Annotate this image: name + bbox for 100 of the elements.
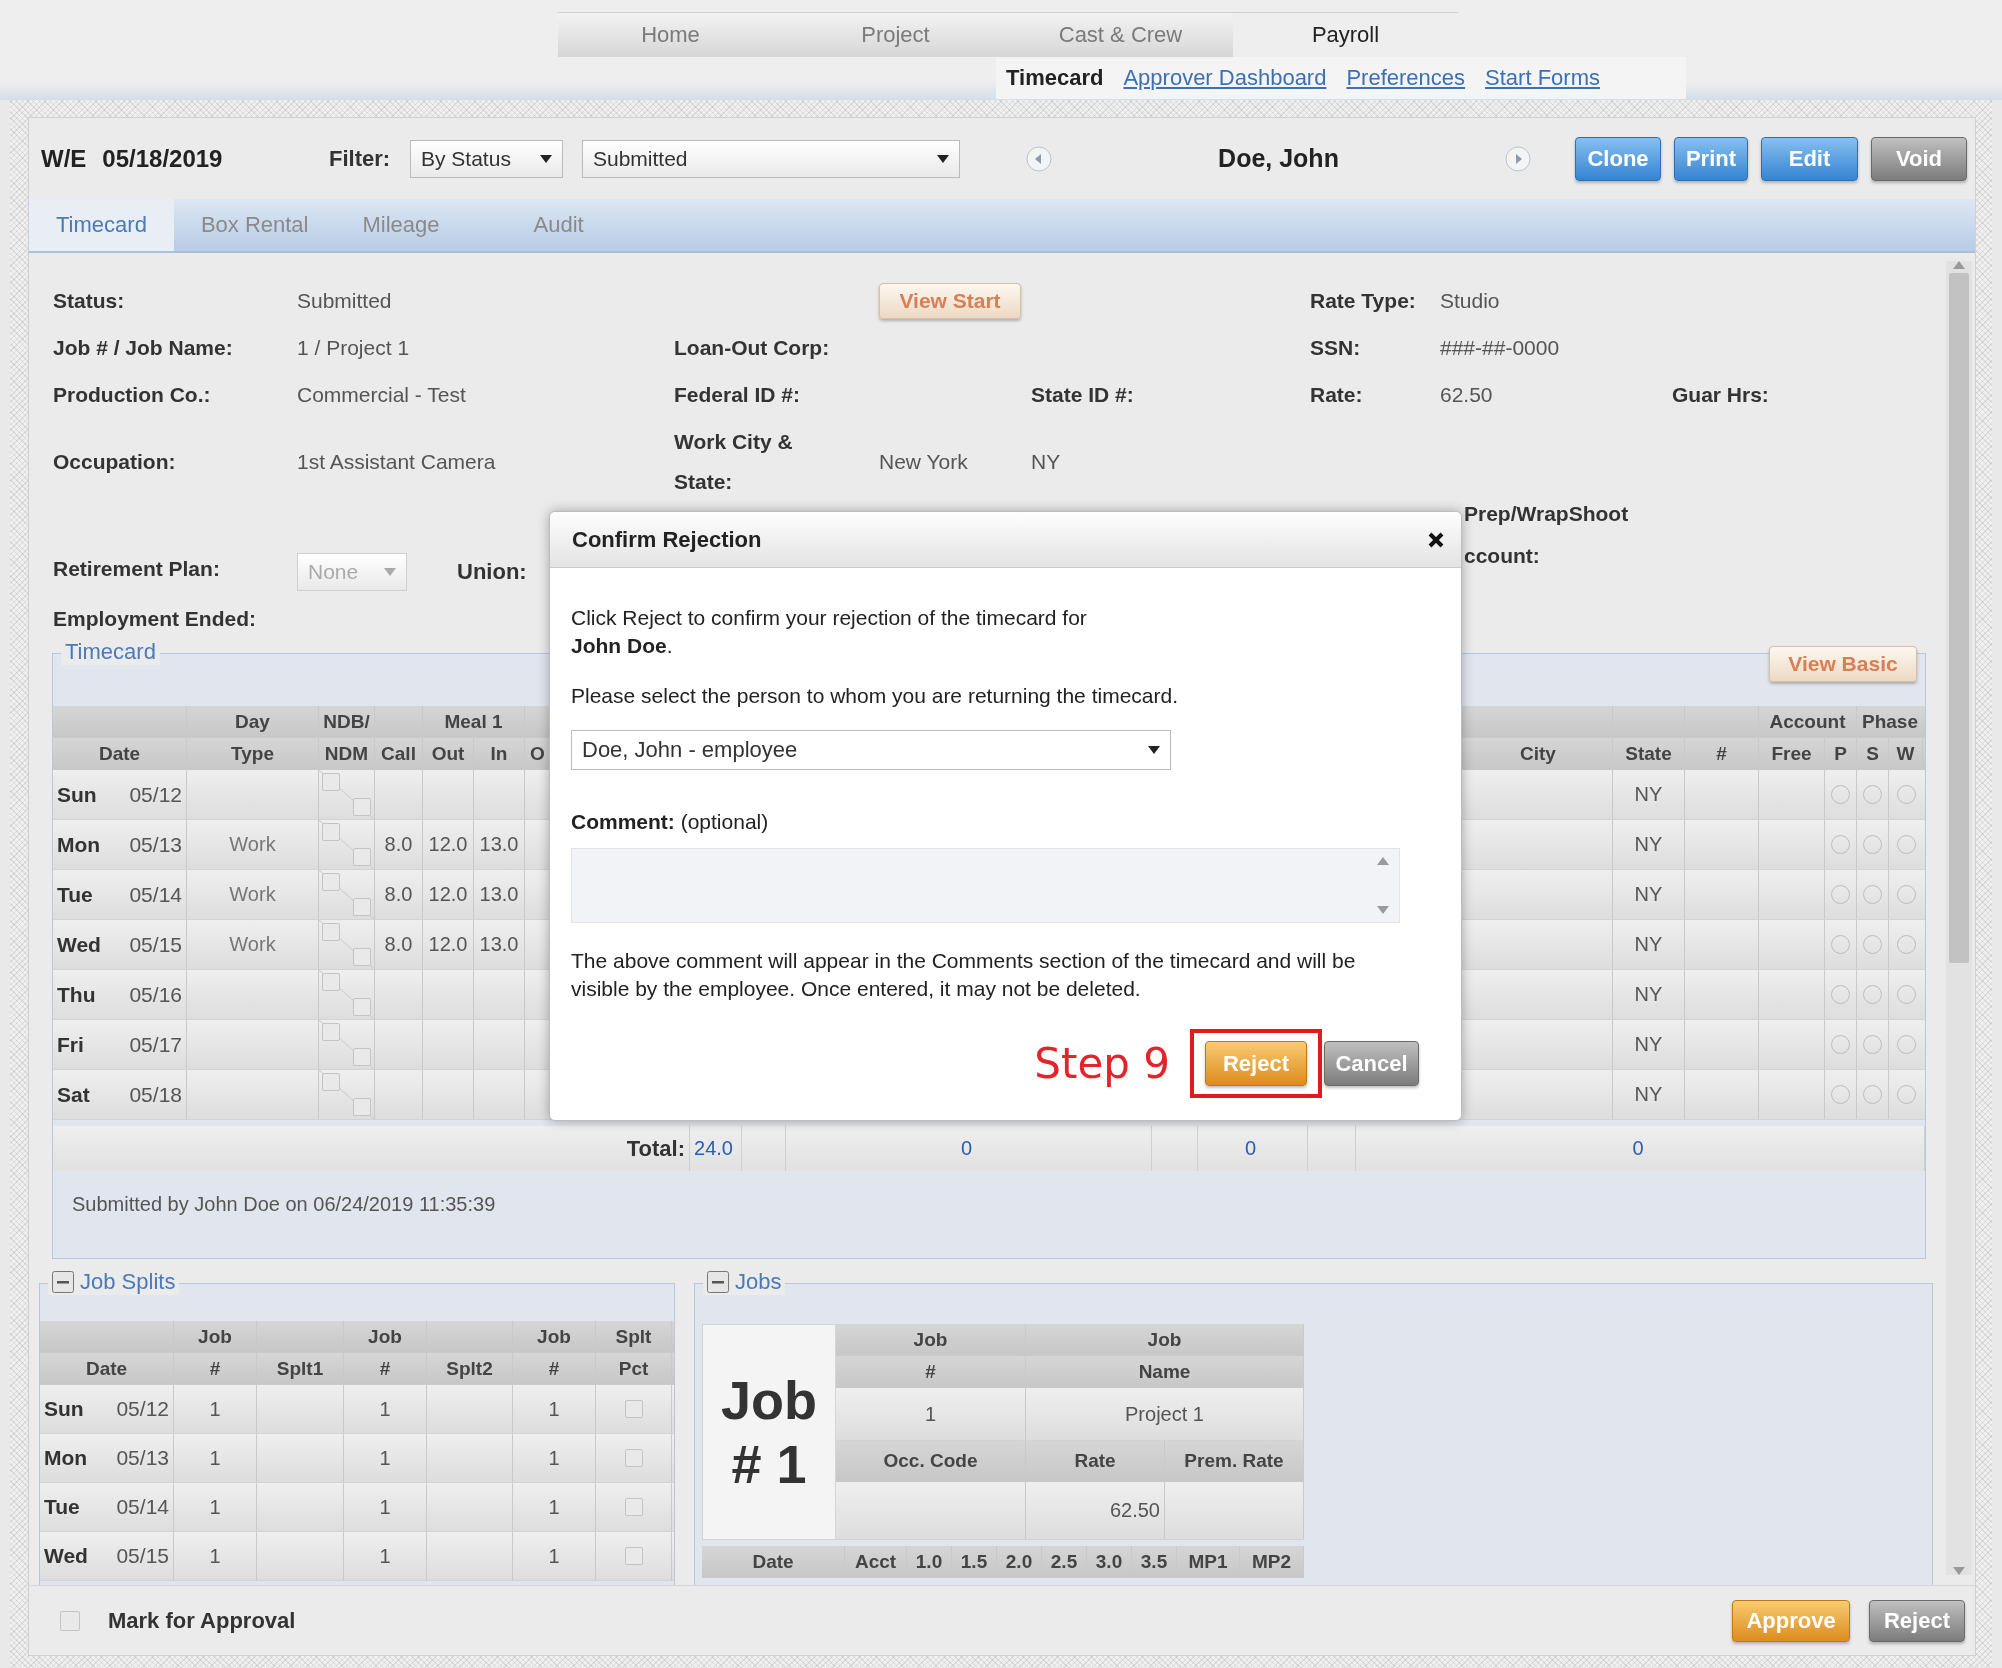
- table-cell: 12.0: [428, 883, 468, 906]
- scroll-up-icon[interactable]: [1377, 857, 1389, 865]
- checkbox[interactable]: [624, 1547, 643, 1565]
- scroll-down-icon[interactable]: [1953, 1567, 1965, 1575]
- column-header: Call: [375, 738, 423, 769]
- dialog-message: Click Reject to confirm your rejection of the timecard for John Doe.: [571, 605, 1087, 659]
- date-label: 05/15: [129, 932, 182, 957]
- toolbar-button[interactable]: Print: [1674, 136, 1748, 181]
- column-header: Date: [702, 1546, 845, 1577]
- toolbar-button[interactable]: Edit: [1761, 136, 1858, 181]
- tab[interactable]: Audit: [506, 199, 611, 251]
- collapse-icon[interactable]: [52, 1271, 74, 1293]
- submission-note: Submitted by John Doe on 06/24/2019 11:35:39: [72, 1193, 497, 1216]
- date-label: 05/14: [129, 882, 182, 907]
- field-value: 1st Assistant Camera: [297, 450, 497, 474]
- nav-link[interactable]: Start Forms: [1485, 65, 1600, 91]
- column-header: #: [344, 1353, 427, 1384]
- dropdown[interactable]: By Status: [410, 139, 563, 178]
- column-header: Splt1: [257, 1353, 344, 1384]
- checkbox[interactable]: [353, 848, 371, 866]
- checkbox[interactable]: [322, 823, 340, 841]
- table-cell: 12.0: [428, 833, 468, 856]
- field-label: Rate Type:: [1310, 288, 1416, 313]
- nav-tab[interactable]: Cast & Crew: [1008, 13, 1233, 57]
- current-page-link[interactable]: Timecard: [1006, 65, 1104, 91]
- field-value: 62.50: [1440, 382, 1494, 407]
- checkbox[interactable]: [322, 873, 340, 891]
- checkbox[interactable]: [322, 923, 340, 941]
- previous-icon[interactable]: [1026, 145, 1052, 172]
- view-basic-button[interactable]: View Basic: [1769, 646, 1917, 682]
- column-header: P: [1825, 738, 1857, 769]
- column-header: City: [1464, 738, 1613, 769]
- day-label: Wed: [57, 932, 101, 957]
- toolbar-button[interactable]: Clone: [1575, 136, 1661, 181]
- field-value: Commercial - Test: [297, 382, 467, 407]
- footer-button[interactable]: Approve: [1732, 1599, 1850, 1642]
- dropdown: None: [297, 553, 407, 591]
- recipient-dropdown[interactable]: Doe, John - employee: [571, 730, 1171, 770]
- close-icon[interactable]: [1427, 530, 1445, 549]
- table-cell: NY: [1634, 833, 1663, 856]
- dialog-button[interactable]: Cancel: [1324, 1041, 1419, 1086]
- day-label: Tue: [57, 882, 93, 907]
- table-cell: 8.0: [384, 833, 413, 856]
- checkbox[interactable]: [353, 948, 371, 966]
- card-title: Job: [721, 1369, 817, 1432]
- view-start-button[interactable]: View Start: [879, 282, 1021, 319]
- date-label: 05/13: [129, 832, 182, 857]
- dropdown[interactable]: Submitted: [582, 139, 960, 178]
- table-cell: Work: [229, 883, 276, 906]
- column-header: 3.5: [1132, 1546, 1177, 1577]
- day-label: Wed: [44, 1544, 88, 1568]
- column-header: S: [1857, 738, 1889, 769]
- table-cell: 1: [379, 1544, 391, 1568]
- table-cell: 1: [209, 1544, 221, 1568]
- checkbox[interactable]: [322, 773, 340, 791]
- checkbox[interactable]: [353, 898, 371, 916]
- scroll-up-icon[interactable]: [1953, 261, 1965, 269]
- column-header: #: [513, 1353, 596, 1384]
- checkbox[interactable]: [353, 998, 371, 1016]
- toolbar-button[interactable]: Void: [1871, 136, 1967, 181]
- tab[interactable]: Timecard: [29, 199, 174, 251]
- dialog-button[interactable]: Reject: [1205, 1041, 1307, 1086]
- scrollbar[interactable]: [1946, 261, 1972, 1575]
- scroll-down-icon[interactable]: [1377, 906, 1389, 914]
- nav-link[interactable]: Approver Dashboard: [1123, 65, 1327, 91]
- day-label: Sun: [57, 782, 97, 807]
- collapse-icon[interactable]: [707, 1271, 729, 1293]
- nav-tab[interactable]: Project: [783, 13, 1008, 57]
- caret-icon: [540, 154, 552, 163]
- table-cell: 13.0: [479, 833, 519, 856]
- tab[interactable]: Box Rental: [173, 199, 336, 251]
- comment-label: Comment: (optional): [571, 809, 769, 835]
- nav-tab[interactable]: Home: [558, 13, 783, 57]
- nav-link[interactable]: Preferences: [1346, 65, 1466, 91]
- checkbox[interactable]: [624, 1400, 643, 1418]
- checkbox[interactable]: [322, 1023, 340, 1041]
- footer-button[interactable]: Reject: [1869, 1599, 1965, 1642]
- checkbox[interactable]: [624, 1498, 643, 1516]
- checkbox[interactable]: [322, 973, 340, 991]
- checkbox[interactable]: [60, 1610, 80, 1631]
- checkbox[interactable]: [624, 1449, 643, 1467]
- field-value: Submitted: [297, 288, 393, 313]
- checkbox[interactable]: [353, 798, 371, 816]
- table-cell: 1: [209, 1495, 221, 1519]
- table-cell: 1: [548, 1544, 560, 1568]
- comment-field[interactable]: [571, 848, 1400, 923]
- tab[interactable]: Mileage: [335, 199, 467, 251]
- date-label: 05/16: [129, 982, 182, 1007]
- field-label: State ID #:: [1031, 382, 1134, 407]
- checkbox[interactable]: [322, 1073, 340, 1091]
- scrollbar-thumb[interactable]: [1949, 273, 1969, 963]
- table-cell: 8.0: [384, 933, 413, 956]
- caret-icon: [937, 154, 949, 163]
- field-label: Status:: [53, 288, 125, 313]
- next-icon[interactable]: [1505, 145, 1531, 172]
- date-label: 05/12: [129, 782, 182, 807]
- checkbox[interactable]: [353, 1098, 371, 1116]
- table-cell: NY: [1634, 1033, 1663, 1056]
- checkbox[interactable]: [353, 1048, 371, 1066]
- day-label: Mon: [57, 832, 101, 857]
